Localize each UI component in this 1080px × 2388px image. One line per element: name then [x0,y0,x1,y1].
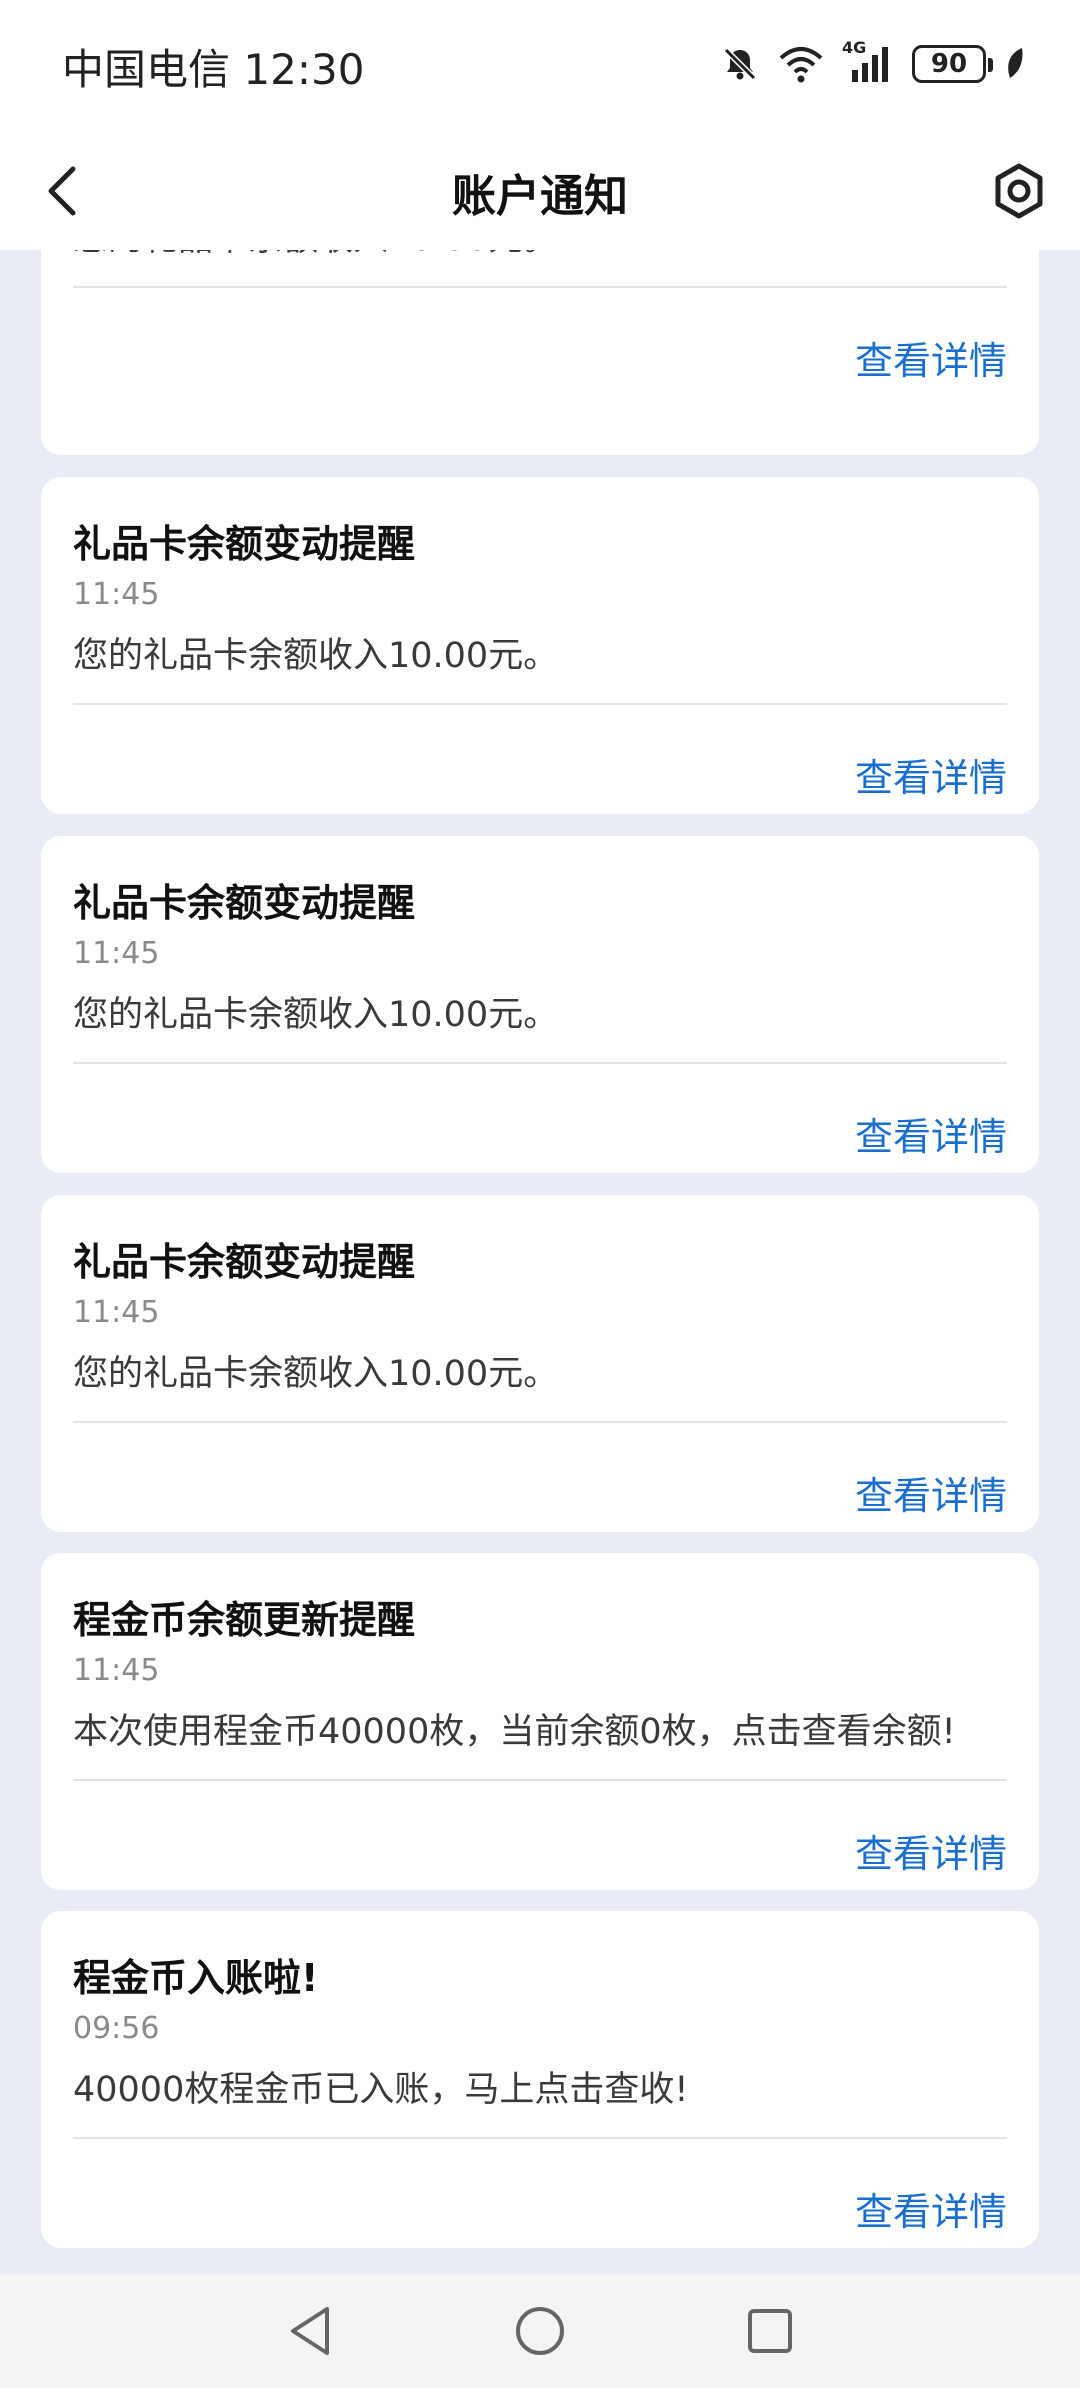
card-divider [73,1062,1007,1064]
view-details-link[interactable]: 查看详情 [855,1106,1007,1161]
notification-body: 您的礼品卡余额收入10.00元。 [73,995,559,1035]
notification-body: 您的礼品卡余额收入10.00元。 [73,636,559,676]
notification-card[interactable]: 礼品卡余额变动提醒 11:45 您的礼品卡余额收入10.00元。 查看详情 [41,836,1039,1173]
carrier-name: 中国电信 [62,45,231,94]
view-details-link[interactable]: 查看详情 [855,330,1007,385]
notification-time: 11:45 [73,1295,160,1330]
view-details-link[interactable]: 查看详情 [855,747,1007,802]
card-divider [73,286,1007,288]
card-divider [73,2137,1007,2139]
notification-card[interactable]: 程金币余额更新提醒 11:45 本次使用程金币40000枚，当前余额0枚，点击查… [41,1553,1039,1890]
notification-time: 11:45 [73,1653,160,1688]
signal-icon: 4G [842,38,894,84]
nav-back-button[interactable] [280,2301,340,2361]
triangle-back-icon [291,2307,329,2355]
notification-title: 程金币入账啦! [73,1956,319,2000]
network-type: 4G [842,38,867,57]
notification-time: 11:45 [73,577,160,612]
card-divider [73,703,1007,705]
circle-home-icon [516,2307,564,2355]
status-carrier-time: 中国电信 12:30 [62,36,364,97]
notification-body: 40000枚程金币已入账，马上点击查收! [73,2070,689,2110]
notification-title: 礼品卡余额变动提醒 [73,1240,416,1284]
status-icons: 4G 90 [720,36,1026,92]
notification-card[interactable]: 您的礼品卡余额收入10.00元。 查看详情 [41,250,1039,455]
notification-card[interactable]: 礼品卡余额变动提醒 11:45 您的礼品卡余额收入10.00元。 查看详情 [41,1195,1039,1532]
notification-title: 礼品卡余额变动提醒 [73,522,416,566]
view-details-link[interactable]: 查看详情 [855,1823,1007,1878]
view-details-link[interactable]: 查看详情 [855,2181,1007,2236]
notification-title: 礼品卡余额变动提醒 [73,881,416,925]
notification-list[interactable]: 您的礼品卡余额收入10.00元。 查看详情 礼品卡余额变动提醒 11:45 您的… [0,250,1080,2274]
clock: 12:30 [243,45,365,94]
battery-indicator: 90 [912,45,993,83]
notification-body: 您的礼品卡余额收入10.00元。 [73,250,558,261]
notification-body: 您的礼品卡余额收入10.00元。 [73,1354,559,1394]
view-details-link[interactable]: 查看详情 [855,1465,1007,1520]
notification-time: 09:56 [73,2011,160,2046]
nav-home-button[interactable] [510,2301,570,2361]
card-divider [73,1779,1007,1781]
bell-off-icon [720,44,760,84]
notification-card[interactable]: 礼品卡余额变动提醒 11:45 您的礼品卡余额收入10.00元。 查看详情 [41,477,1039,814]
square-recent-icon [748,2309,792,2353]
page-title: 账户通知 [452,171,628,222]
wifi-icon [778,44,824,84]
notification-card[interactable]: 程金币入账啦! 09:56 40000枚程金币已入账，马上点击查收! 查看详情 [41,1911,1039,2248]
settings-button[interactable] [984,156,1054,226]
card-divider [73,1421,1007,1423]
notification-title: 程金币余额更新提醒 [73,1598,416,1642]
leaf-icon [1004,46,1026,82]
notification-body: 本次使用程金币40000枚，当前余额0枚，点击查看余额! [73,1712,956,1752]
system-nav-bar [0,2274,1080,2388]
notification-time: 11:45 [73,936,160,971]
gear-icon [995,163,1043,219]
header-bar: 账户通知 [0,128,1080,250]
nav-recent-button[interactable] [740,2301,800,2361]
battery-level: 90 [930,49,968,79]
status-bar: 中国电信 12:30 4G 90 [0,0,1080,128]
